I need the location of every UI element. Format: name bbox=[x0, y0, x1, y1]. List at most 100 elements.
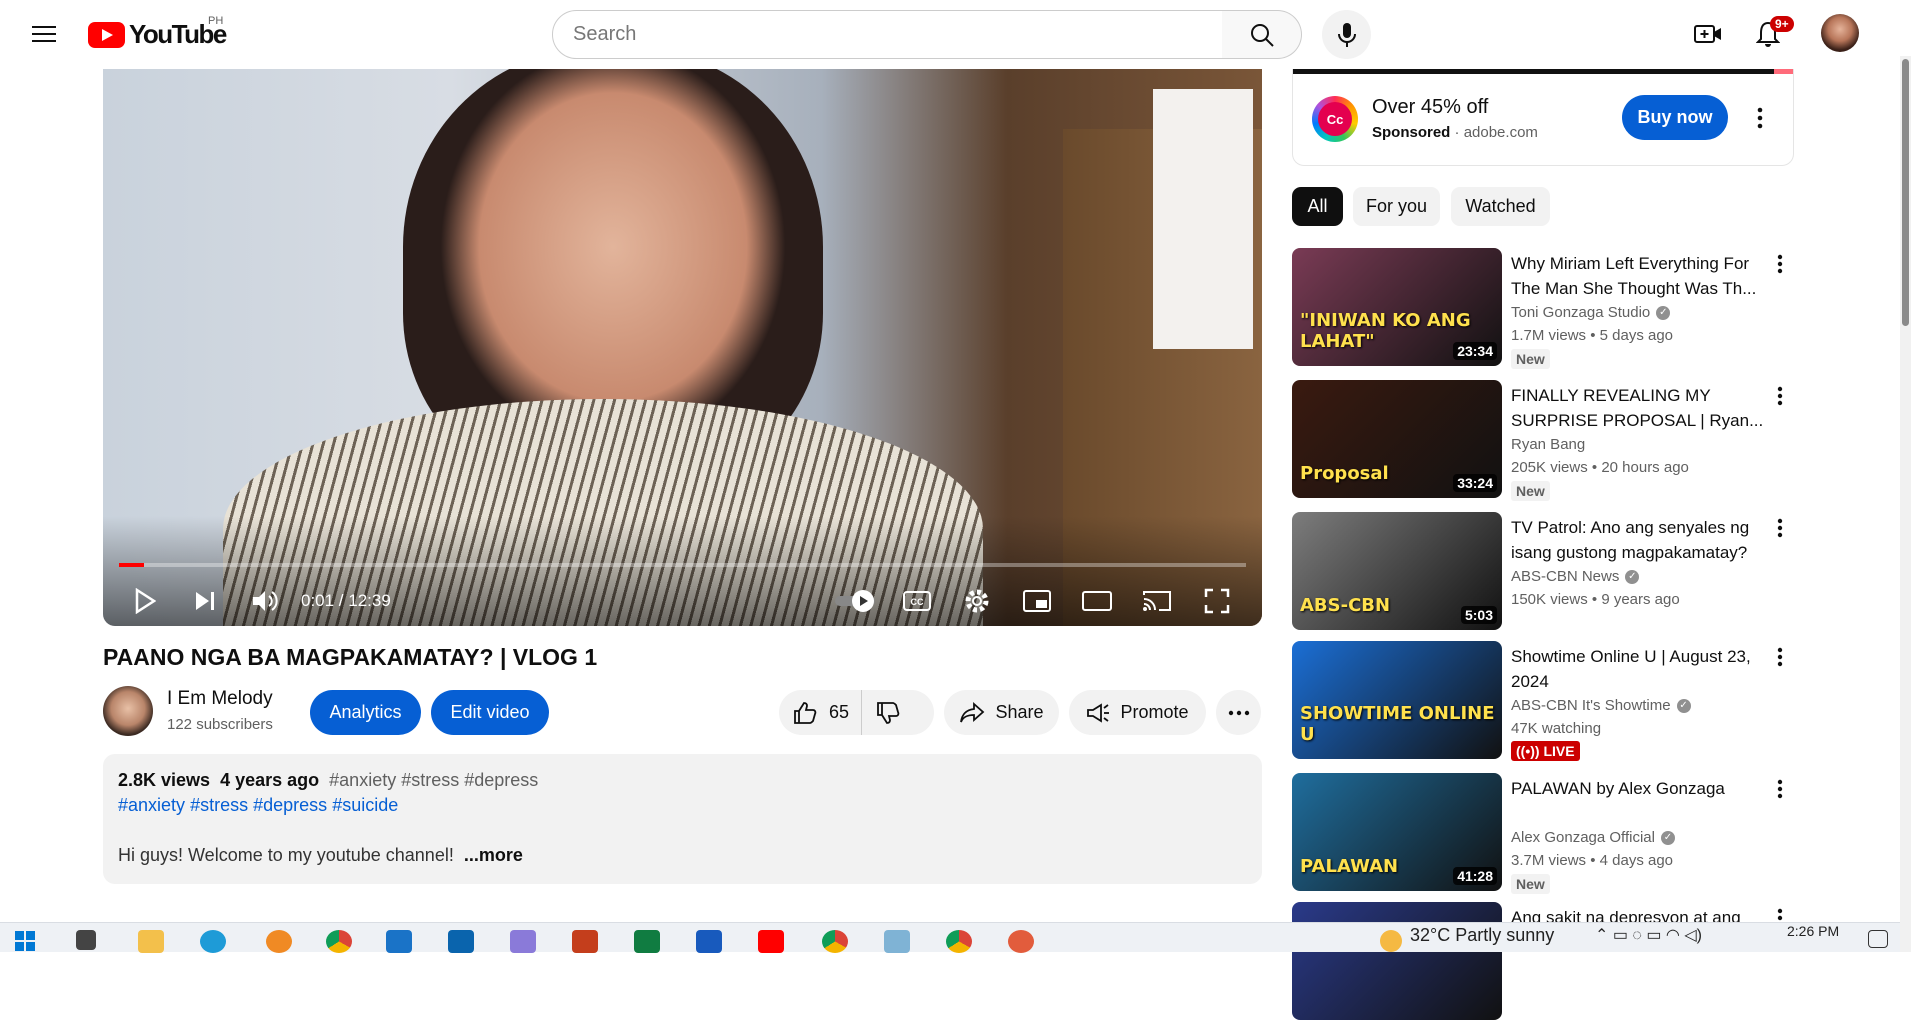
share-button[interactable]: Share bbox=[944, 690, 1059, 735]
buy-now-button[interactable]: Buy now bbox=[1622, 95, 1728, 140]
recommendation-item[interactable]: Ang sakit na depresyon at ang bbox=[1292, 902, 1792, 1022]
recommendation-more-button[interactable] bbox=[1770, 516, 1790, 540]
recommendation-title[interactable]: PALAWAN by Alex Gonzaga bbox=[1511, 776, 1766, 801]
recommendation-channel[interactable]: Toni Gonzaga Studio ✓ bbox=[1511, 304, 1671, 321]
channel-name[interactable]: I Em Melody bbox=[167, 688, 273, 710]
subscriber-count: 122 subscribers bbox=[167, 716, 273, 733]
app-icon[interactable] bbox=[1008, 930, 1034, 953]
system-tray-icons[interactable]: ⌃ ▭ ◌ ▭ ◠ ◁) bbox=[1595, 925, 1702, 945]
analytics-button[interactable]: Analytics bbox=[310, 690, 421, 735]
powerpoint-icon[interactable] bbox=[572, 930, 598, 953]
search-input[interactable]: Search bbox=[552, 10, 1223, 59]
theater-mode-button[interactable] bbox=[1077, 581, 1117, 621]
more-actions-button[interactable] bbox=[1216, 690, 1261, 735]
recommendation-title[interactable]: Why Miriam Left Everything For The Man S… bbox=[1511, 251, 1766, 301]
recommendation-more-button[interactable] bbox=[1770, 252, 1790, 276]
ad-more-button[interactable] bbox=[1748, 104, 1772, 132]
subtitles-button[interactable]: CC bbox=[897, 581, 937, 621]
recommendation-item[interactable]: "INIWAN KO ANG LAHAT" 23:34 Why Miriam Lef… bbox=[1292, 248, 1792, 369]
recommendation-more-button[interactable] bbox=[1770, 645, 1790, 669]
promote-label: Promote bbox=[1120, 702, 1189, 722]
recommendation-channel[interactable]: Alex Gonzaga Official ✓ bbox=[1511, 829, 1675, 846]
hashtag-link[interactable]: #anxiety bbox=[118, 795, 185, 815]
play-button[interactable] bbox=[125, 581, 165, 621]
excel-icon[interactable] bbox=[634, 930, 660, 953]
video-thumbnail[interactable] bbox=[1292, 902, 1502, 1020]
chip-all[interactable]: All bbox=[1292, 187, 1343, 226]
thumbnail-text: Proposal bbox=[1300, 463, 1389, 484]
chip-watched[interactable]: Watched bbox=[1451, 187, 1550, 226]
captions-icon: CC bbox=[903, 591, 931, 611]
video-player[interactable]: 0:01 / 12:39 CC bbox=[103, 69, 1262, 626]
menu-icon[interactable] bbox=[24, 14, 64, 54]
miniplayer-button[interactable] bbox=[1017, 581, 1057, 621]
promote-button[interactable]: Promote bbox=[1069, 690, 1206, 735]
recommendation-item[interactable]: PALAWAN 41:28 PALAWAN by Alex Gonzaga Alex … bbox=[1292, 773, 1792, 894]
hashtag-list: #anxiety #stress #depress #suicide bbox=[118, 793, 1247, 818]
settings-button[interactable] bbox=[957, 581, 997, 621]
edit-video-button[interactable]: Edit video bbox=[431, 690, 549, 735]
chrome-active-icon[interactable] bbox=[946, 930, 972, 953]
fullscreen-button[interactable] bbox=[1197, 581, 1237, 621]
ad-domain: adobe.com bbox=[1463, 124, 1538, 141]
weather-text[interactable]: 32°C Partly sunny bbox=[1410, 925, 1554, 946]
autoplay-toggle-icon bbox=[835, 590, 875, 612]
recommendation-title[interactable]: Showtime Online U | August 23, 2024 bbox=[1511, 644, 1766, 694]
file-explorer-icon[interactable] bbox=[138, 930, 164, 953]
search-button[interactable] bbox=[1222, 10, 1302, 59]
clock[interactable]: 2:26 PM bbox=[1787, 923, 1839, 939]
recommendation-channel[interactable]: ABS-CBN It's Showtime ✓ bbox=[1511, 697, 1691, 714]
chrome-profile-icon[interactable] bbox=[822, 930, 848, 953]
cast-button[interactable] bbox=[1137, 581, 1177, 621]
page-scrollbar[interactable] bbox=[1900, 56, 1911, 952]
like-button[interactable]: 65 bbox=[779, 690, 863, 735]
description-box[interactable]: 2.8K views 4 years ago #anxiety #stress … bbox=[103, 754, 1262, 884]
recommendation-more-button[interactable] bbox=[1770, 384, 1790, 408]
channel-avatar[interactable] bbox=[103, 686, 153, 736]
youtube-logo[interactable]: YouTube PH bbox=[88, 15, 227, 50]
mail-icon[interactable] bbox=[448, 930, 474, 953]
account-avatar[interactable] bbox=[1821, 14, 1859, 52]
show-more-link[interactable]: ...more bbox=[464, 845, 523, 865]
edge-icon[interactable] bbox=[200, 930, 226, 953]
recommendation-item[interactable]: ABS-CBN 5:03 TV Patrol: Ano ang senyales n… bbox=[1292, 512, 1792, 632]
hashtag-link[interactable]: #depress bbox=[253, 795, 327, 815]
recommendation-channel[interactable]: Ryan Bang bbox=[1511, 436, 1585, 453]
paint-icon[interactable] bbox=[884, 930, 910, 953]
recommendation-views: 47K watching bbox=[1511, 720, 1602, 737]
verified-icon: ✓ bbox=[1676, 698, 1691, 713]
chrome-icon[interactable] bbox=[326, 930, 352, 953]
create-button[interactable] bbox=[1688, 14, 1728, 54]
windows-start-icon[interactable] bbox=[14, 930, 40, 953]
search-app-icon[interactable] bbox=[266, 930, 292, 953]
recommendation-title[interactable]: TV Patrol: Ano ang senyales ng isang gus… bbox=[1511, 515, 1766, 565]
next-button[interactable] bbox=[185, 581, 225, 621]
video-thumbnail[interactable]: PALAWAN 41:28 bbox=[1292, 773, 1502, 891]
recommendation-more-button[interactable] bbox=[1770, 777, 1790, 801]
dislike-button[interactable] bbox=[862, 690, 900, 735]
hashtag-link[interactable]: #suicide bbox=[332, 795, 398, 815]
notification-center-icon[interactable] bbox=[1868, 930, 1888, 948]
recommendation-item[interactable]: Proposal 33:24 FINALLY REVEALING MY SURPRI… bbox=[1292, 380, 1792, 501]
recommendation-title[interactable]: FINALLY REVEALING MY SURPRISE PROPOSAL |… bbox=[1511, 383, 1766, 433]
voice-search-button[interactable] bbox=[1322, 10, 1371, 59]
store-icon[interactable] bbox=[386, 930, 412, 953]
progress-bar[interactable] bbox=[119, 563, 1246, 567]
chip-for-you[interactable]: For you bbox=[1353, 187, 1440, 226]
video-thumbnail[interactable]: ABS-CBN 5:03 bbox=[1292, 512, 1502, 630]
weather-icon[interactable] bbox=[1380, 930, 1402, 952]
youtube-app-icon[interactable] bbox=[758, 930, 784, 953]
video-thumbnail[interactable]: SHOWTIME ONLINE U bbox=[1292, 641, 1502, 759]
photos-icon[interactable] bbox=[510, 930, 536, 953]
scrollbar-thumb[interactable] bbox=[1902, 59, 1909, 326]
autoplay-toggle[interactable] bbox=[831, 581, 881, 621]
volume-button[interactable] bbox=[245, 581, 285, 621]
recommendation-channel[interactable]: ABS-CBN News ✓ bbox=[1511, 568, 1640, 585]
task-view-icon[interactable] bbox=[76, 930, 96, 950]
video-thumbnail[interactable]: Proposal 33:24 bbox=[1292, 380, 1502, 498]
video-thumbnail[interactable]: "INIWAN KO ANG LAHAT" 23:34 bbox=[1292, 248, 1502, 366]
like-count: 65 bbox=[829, 702, 850, 722]
word-icon[interactable] bbox=[696, 930, 722, 953]
hashtag-link[interactable]: #stress bbox=[190, 795, 248, 815]
recommendation-item[interactable]: SHOWTIME ONLINE U Showtime Online U | Aug… bbox=[1292, 641, 1792, 761]
